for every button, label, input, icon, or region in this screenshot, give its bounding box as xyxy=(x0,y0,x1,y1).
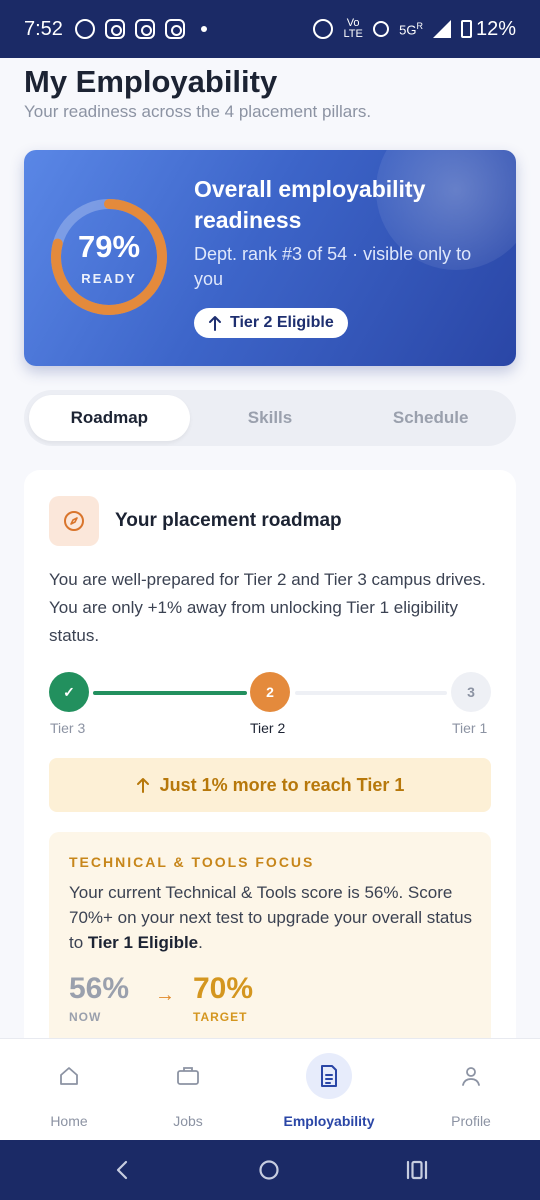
stepper-line-pending xyxy=(295,691,447,695)
network-type: 5GR xyxy=(399,20,423,38)
target-score: 70% xyxy=(193,972,254,1005)
status-time: 7:52 xyxy=(24,17,63,40)
roadmap-card: Your placement roadmap You are well-prep… xyxy=(24,470,516,1038)
arrow-right-icon: → xyxy=(155,984,175,1006)
nav-home[interactable]: Home xyxy=(19,1053,119,1129)
nav-jobs[interactable]: Jobs xyxy=(138,1053,238,1129)
tier-badge: Tier 2 Eligible xyxy=(194,308,348,338)
tab-skills[interactable]: Skills xyxy=(190,395,351,441)
tab-roadmap[interactable]: Roadmap xyxy=(29,395,190,441)
volte-indicator: Vo LTE xyxy=(343,17,363,40)
person-icon xyxy=(448,1053,494,1099)
instagram-icon xyxy=(164,19,185,39)
roadmap-description: You are well-prepared for Tier 2 and Tie… xyxy=(49,570,486,645)
system-nav-bar xyxy=(0,1140,540,1200)
home-circle-icon[interactable] xyxy=(258,1159,280,1181)
tier-badge-label: Tier 2 Eligible xyxy=(230,314,334,331)
nav-profile-label: Profile xyxy=(451,1113,491,1129)
focus-title: TECHNICAL & TOOLS FOCUS xyxy=(69,854,315,870)
step-tier-3-label: Tier 3 xyxy=(50,720,86,736)
battery-percent: 12% xyxy=(475,17,516,40)
tier-stepper: ✓ 2 3 Tier 3 Tier 2 Tier 1 xyxy=(49,672,491,742)
target-score-label: TARGET xyxy=(193,1010,248,1024)
readiness-rank: Dept. rank #3 of 54 · visible only to yo… xyxy=(194,244,472,289)
page-subtitle: Your readiness across the 4 placement pi… xyxy=(24,102,372,121)
briefcase-icon xyxy=(165,1053,211,1099)
roadmap-title: Your placement roadmap xyxy=(115,510,342,531)
nav-home-label: Home xyxy=(50,1113,88,1129)
current-score: 56% xyxy=(69,972,130,1005)
hotspot-icon xyxy=(373,21,390,37)
instagram-icon xyxy=(134,19,155,39)
step-tier-1-label: Tier 1 xyxy=(452,720,488,736)
step-tier-2: 2 xyxy=(250,672,290,712)
readiness-card: 79% READY Overall employability readines… xyxy=(24,150,516,366)
battery-icon xyxy=(460,20,472,38)
status-right: Vo LTE 5GR 12% xyxy=(313,18,516,41)
nav-employability-label: Employability xyxy=(283,1113,375,1129)
alarm-icon xyxy=(313,19,334,39)
bottom-nav: Home Jobs Employability Profile xyxy=(0,1038,540,1140)
main-content[interactable]: My Employability Your readiness across t… xyxy=(0,58,540,1038)
next-tier-text: Just 1% more to reach Tier 1 xyxy=(159,774,405,795)
arrow-up-icon xyxy=(209,316,221,331)
arrow-up-icon xyxy=(136,778,149,793)
home-icon xyxy=(46,1053,92,1099)
nav-profile[interactable]: Profile xyxy=(421,1053,521,1129)
current-score-label: NOW xyxy=(69,1010,102,1024)
focus-description: Your current Technical & Tools score is … xyxy=(69,883,473,952)
compass-icon xyxy=(49,496,99,546)
stepper-line-complete xyxy=(93,691,247,695)
step-tier-3: ✓ xyxy=(49,672,89,712)
focus-card: TECHNICAL & TOOLS FOCUS Your current Tec… xyxy=(49,832,491,1038)
back-icon[interactable] xyxy=(112,1159,134,1181)
nav-employability[interactable]: Employability xyxy=(279,1053,379,1129)
recents-icon[interactable] xyxy=(405,1159,429,1181)
readiness-title: Overall employability readiness xyxy=(194,176,426,233)
step-tier-2-label: Tier 2 xyxy=(250,720,286,736)
page-title: My Employability xyxy=(24,64,278,99)
next-tier-banner: Just 1% more to reach Tier 1 xyxy=(49,758,491,812)
readiness-label: READY xyxy=(81,270,137,286)
readiness-percent: 79% xyxy=(77,228,141,264)
step-tier-1: 3 xyxy=(451,672,491,712)
status-bar: 7:52 Vo LTE 5GR 12% xyxy=(0,0,540,58)
notification-dot-icon xyxy=(200,26,207,32)
signal-icon xyxy=(432,20,451,38)
document-icon xyxy=(306,1053,352,1099)
instagram-icon xyxy=(104,19,125,39)
nav-jobs-label: Jobs xyxy=(173,1113,203,1129)
whatsapp-icon xyxy=(74,19,95,39)
tab-schedule[interactable]: Schedule xyxy=(350,395,511,441)
tab-bar: Roadmap Skills Schedule xyxy=(24,390,516,446)
